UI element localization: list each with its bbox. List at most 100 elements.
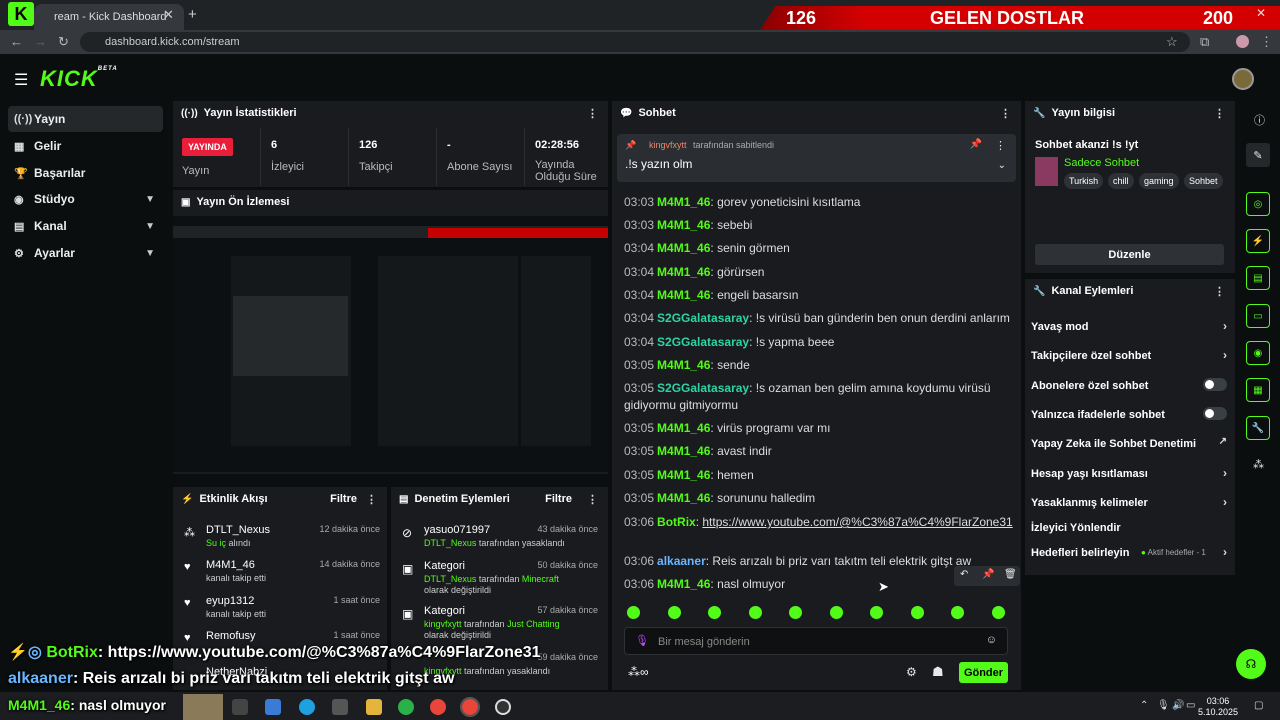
emoji-icon[interactable]: ☺ [986,634,997,646]
notification-icon[interactable]: ▢ [1254,700,1263,711]
profile-icon[interactable] [1236,35,1249,48]
sidebar-item-revenue[interactable]: ▦ Gelir [8,133,163,159]
sidebar-item-settings[interactable]: ⚙ Ayarlar ▼ [8,240,163,266]
more-options-icon[interactable]: ⋮ [1214,107,1225,120]
sidebar-item-stream[interactable]: ((·)) Yayın [8,106,163,132]
kick-logo[interactable]: KICKBETA [40,66,118,92]
pin-icon[interactable]: 📌 [982,569,994,580]
action-set-goals[interactable]: Hedefleri belirleyin ● Aktif hedefler - 1… [1031,545,1227,559]
network-icon[interactable]: ▭ [1186,700,1195,711]
more-options-icon[interactable]: ⋮ [587,493,598,506]
status-label: Yayın [182,165,210,177]
volume-icon[interactable]: 🔊 [1172,700,1184,711]
rail-moderation-icon[interactable]: ▦ [1246,378,1270,402]
sidebar-item-achievements[interactable]: 🏆 Başarılar [8,160,163,186]
activity-filter-button[interactable]: Filtre [330,493,357,505]
subscribers-only-toggle[interactable] [1203,378,1227,391]
action-banned-words[interactable]: Yasaklanmış kelimeler › [1031,495,1227,509]
more-options-icon[interactable]: ⋮ [1000,107,1011,120]
action-ai-moderation[interactable]: Yapay Zeka ile Sohbet Denetimi ↗ [1031,436,1227,450]
gear-icon[interactable]: ⚙ [906,665,917,679]
emote[interactable] [708,606,721,619]
sidebar-item-studio[interactable]: ◉ Stüdyo ▼ [8,186,163,212]
banner-right-count: 200 [1203,8,1234,28]
more-options-icon[interactable]: ⋮ [995,139,1006,152]
support-icon[interactable]: ☊ [1236,649,1266,679]
stream-preview-video[interactable] [173,216,608,472]
rail-broadcast-icon[interactable]: ◉ [1246,341,1270,365]
user-avatar[interactable] [1232,68,1254,90]
emote[interactable] [911,606,924,619]
emote[interactable] [830,606,843,619]
taskbar-clock[interactable]: 03:06 5.10.2025 [1198,696,1238,718]
chrome-active-icon[interactable] [460,697,480,717]
emote[interactable] [870,606,883,619]
emote[interactable] [992,606,1005,619]
browser-menu-icon[interactable]: ⋮ [1260,34,1273,50]
reply-icon[interactable]: ↶ [960,569,968,580]
overlay-chat-line: M4M1_46: nasl olmuyor [8,697,166,713]
pinned-message[interactable]: 📌 kingvfxytt tarafından sabitlendi .!s y… [617,134,1016,182]
moderation-filter-button[interactable]: Filtre [545,493,572,505]
chevron-down-icon[interactable]: ⌄ [998,160,1006,171]
send-button[interactable]: Gönder [959,662,1008,683]
rail-chat-icon[interactable]: ▭ [1246,304,1270,328]
hamburger-icon[interactable]: ☰ [14,70,28,90]
sidebar-item-channel[interactable]: ▤ Kanal ▼ [8,213,163,239]
rail-wrench-icon[interactable]: 🔧 [1246,416,1270,440]
pin-icon: 📌 [625,140,637,150]
task-view-icon[interactable] [232,699,248,715]
emote[interactable] [749,606,762,619]
close-tab-icon[interactable]: ✕ [163,7,174,23]
edit-layout-icon[interactable]: ✎ [1246,143,1270,167]
edit-stream-info-button[interactable]: Düzenle [1035,244,1224,265]
extensions-icon[interactable]: ⧉ [1200,34,1209,50]
chat-extras-icon[interactable]: ⁂∞ [628,665,649,679]
emote[interactable] [668,606,681,619]
back-icon[interactable]: ← [10,34,23,49]
bot-icon[interactable]: ☗ [932,664,944,680]
bookmark-star-icon[interactable]: ☆ [1166,34,1178,50]
more-options-icon[interactable]: ⋮ [366,493,377,506]
tray-overflow-icon[interactable]: ⌃ [1140,700,1148,711]
action-raid-viewers[interactable]: İzleyici Yönlendir [1031,522,1227,534]
stream-category[interactable]: Sadece Sohbet [1064,157,1139,169]
unpin-icon[interactable]: 📌 [970,139,982,150]
top-nav [0,54,1280,100]
edge-icon[interactable] [299,699,315,715]
stream-title: Sohbet akanzi !s !yt [1035,139,1139,151]
category-thumbnail [1035,157,1058,186]
microphone-icon[interactable]: 🎙 [635,634,649,647]
chat-input[interactable]: 🎙 Bir mesaj gönderin ☺ [624,627,1008,655]
rail-stats-icon[interactable]: ◎ [1246,192,1270,216]
emotes-only-toggle[interactable] [1203,407,1227,420]
whatsapp-icon[interactable] [398,699,414,715]
chrome-icon[interactable] [430,699,446,715]
rail-document-icon[interactable]: ▤ [1246,266,1270,290]
emote[interactable] [789,606,802,619]
emote[interactable] [627,606,640,619]
obs-icon[interactable] [495,699,511,715]
reload-icon[interactable]: ↻ [58,34,69,50]
rail-extras-icon[interactable]: ⁂ [1253,458,1264,471]
close-window-icon[interactable]: ✕ [1256,6,1266,20]
microphone-tray-icon[interactable]: 🎙 [1157,700,1170,711]
streamer-cam [183,694,223,720]
rail-lightning-icon[interactable]: ⚡ [1246,229,1270,253]
action-slow-mode[interactable]: Yavaş mod › [1031,319,1227,333]
app-icon[interactable] [332,699,348,715]
folder-icon[interactable] [366,699,382,715]
emote[interactable] [951,606,964,619]
chat-message: 03:05 M4M1_46: avast indir [624,444,772,458]
url-field[interactable]: dashboard.kick.com/stream [80,32,1190,52]
new-tab-icon[interactable]: + [188,6,197,23]
more-options-icon[interactable]: ⋮ [1214,285,1225,298]
store-icon[interactable] [265,699,281,715]
action-followers-only[interactable]: Takipçilere özel sohbet › [1031,348,1227,362]
info-icon[interactable]: ⓘ [1254,112,1265,128]
browser-tab[interactable]: ream - Kick Dashboard [34,4,184,30]
more-options-icon[interactable]: ⋮ [587,107,598,120]
forward-icon[interactable]: → [34,34,47,49]
action-account-age[interactable]: Hesap yaşı kısıtlaması › [1031,466,1227,480]
delete-icon[interactable]: 🗑 [1004,569,1017,580]
